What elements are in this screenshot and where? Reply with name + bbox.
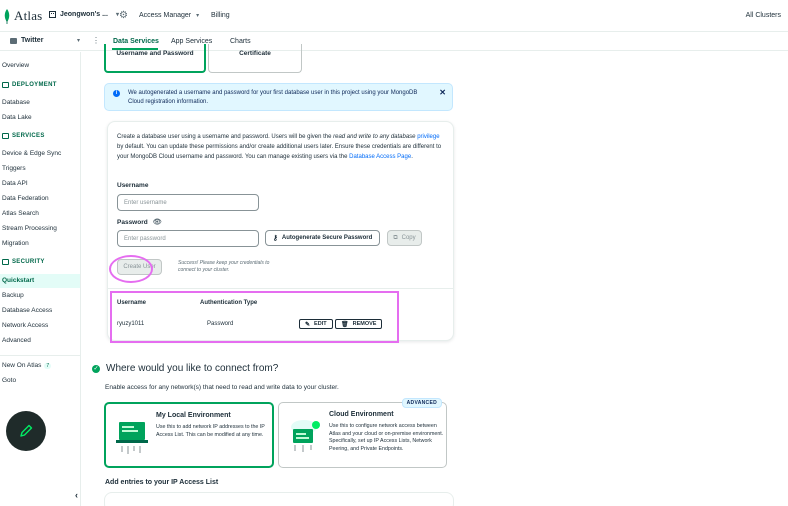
password-input[interactable]: Enter password bbox=[117, 230, 259, 247]
section-title: SECURITY bbox=[12, 259, 45, 265]
sidebar-item-database-access[interactable]: Database Access bbox=[2, 307, 52, 314]
local-env-title: My Local Environment bbox=[156, 412, 231, 419]
autogenerate-password-button[interactable]: ⚷ Autogenerate Secure Password bbox=[265, 230, 380, 246]
access-manager-label: Access Manager bbox=[139, 12, 192, 19]
ip-access-list-card bbox=[104, 492, 454, 506]
desc-text: Create a database user using a username … bbox=[117, 134, 334, 140]
connect-title-text: Where would you like to connect from? bbox=[106, 363, 279, 374]
username-input[interactable]: Enter username bbox=[117, 194, 259, 211]
laptop-illustration-icon bbox=[116, 422, 148, 454]
connect-section-title: ✓ Where would you like to connect from? bbox=[92, 363, 278, 374]
sidebar-item-data-api[interactable]: Data API bbox=[2, 180, 28, 187]
key-icon: ⚷ bbox=[272, 235, 278, 242]
autogenerate-label: Autogenerate Secure Password bbox=[281, 235, 373, 241]
section-title: SERVICES bbox=[12, 133, 45, 139]
lock-icon bbox=[2, 259, 9, 265]
cloud-env-description: Use this to configure network access bet… bbox=[329, 423, 444, 452]
advanced-badge: ADVANCED bbox=[401, 398, 442, 408]
sidebar-section-deployment: DEPLOYMENT bbox=[2, 82, 57, 88]
eye-icon[interactable]: 👁 bbox=[153, 218, 162, 226]
access-manager-menu[interactable]: Access Manager ▾ bbox=[139, 12, 199, 19]
sidebar-section-services: SERVICES bbox=[2, 133, 45, 139]
mongodb-leaf-icon bbox=[4, 8, 10, 24]
password-label-row: Password 👁 bbox=[117, 218, 162, 227]
folder-icon bbox=[10, 37, 17, 44]
sidebar-item-data-federation[interactable]: Data Federation bbox=[2, 195, 49, 202]
local-environment-card[interactable]: My Local Environment Use this to add net… bbox=[104, 402, 274, 468]
cloud-env-title: Cloud Environment bbox=[329, 411, 394, 418]
copy-icon: ⧉ bbox=[393, 234, 398, 241]
connect-subtitle: Enable access for any network(s) that ne… bbox=[105, 384, 339, 391]
cloud-illustration-icon bbox=[291, 420, 320, 452]
sidebar-item-backup[interactable]: Backup bbox=[2, 292, 24, 299]
privilege-link[interactable]: privilege bbox=[417, 134, 439, 140]
project-selector[interactable]: Twitter bbox=[10, 37, 43, 44]
success-message: Success! Please keep your credentials to… bbox=[178, 260, 270, 273]
ip-access-list-title: Add entries to your IP Access List bbox=[105, 479, 219, 486]
tab-certificate[interactable]: Certificate bbox=[208, 44, 302, 73]
section-title: DEPLOYMENT bbox=[12, 82, 57, 88]
services-icon bbox=[2, 133, 9, 139]
annotation-rectangle bbox=[110, 291, 399, 343]
organization-selector[interactable]: Jeongwon's ... ▾ bbox=[49, 11, 119, 18]
new-on-atlas-label: New On Atlas bbox=[2, 362, 42, 369]
tab-username-password[interactable]: Username and Password bbox=[104, 44, 206, 73]
info-icon: i bbox=[113, 90, 120, 97]
new-count-badge: 7 bbox=[44, 363, 52, 369]
kebab-menu-icon[interactable]: ⋮ bbox=[92, 36, 100, 45]
cloud-environment-card[interactable]: ADVANCED Cloud Environment Use this to c… bbox=[278, 398, 447, 468]
desc-emphasis: read and write to any database bbox=[333, 134, 416, 140]
check-circle-icon: ✓ bbox=[92, 364, 100, 373]
chevron-down-icon: ▾ bbox=[196, 13, 200, 19]
chevron-down-icon[interactable]: ▾ bbox=[77, 37, 80, 44]
atlas-logo[interactable]: Atlas bbox=[3, 8, 42, 24]
info-banner: i We autogenerated a username and passwo… bbox=[104, 83, 453, 111]
org-name: Jeongwon's ... bbox=[60, 11, 108, 18]
sidebar-item-overview[interactable]: Overview bbox=[2, 62, 29, 69]
copy-button[interactable]: ⧉ Copy bbox=[387, 230, 422, 246]
desc-text: . bbox=[411, 154, 413, 160]
sidebar-item-database[interactable]: Database bbox=[2, 99, 30, 106]
sidebar-item-migration[interactable]: Migration bbox=[2, 240, 29, 247]
brand-name: Atlas bbox=[14, 8, 43, 23]
sidebar-item-quickstart[interactable]: Quickstart bbox=[2, 277, 34, 284]
building-icon bbox=[49, 11, 56, 18]
database-access-page-link[interactable]: Database Access Page bbox=[349, 154, 411, 160]
sidebar-item-new-on-atlas[interactable]: New On Atlas 7 bbox=[2, 362, 52, 369]
table-divider bbox=[108, 288, 453, 289]
sidebar-divider bbox=[0, 355, 80, 356]
close-icon[interactable]: ✕ bbox=[439, 88, 446, 97]
project-name: Twitter bbox=[21, 37, 44, 44]
create-user-description: Create a database user using a username … bbox=[117, 132, 447, 162]
sidebar: Overview DEPLOYMENT Database Data Lake S… bbox=[0, 52, 81, 506]
sidebar-item-advanced[interactable]: Advanced bbox=[2, 337, 31, 344]
sidebar-item-stream-processing[interactable]: Stream Processing bbox=[2, 225, 57, 232]
gear-icon[interactable]: ⚙ bbox=[119, 10, 128, 21]
edit-floating-button[interactable] bbox=[6, 411, 46, 451]
password-label: Password bbox=[117, 218, 148, 226]
top-navigation-bar: Atlas Jeongwon's ... ▾ ⚙ Access Manager … bbox=[0, 0, 788, 32]
sidebar-section-security: SECURITY bbox=[2, 259, 45, 265]
sidebar-item-goto[interactable]: Goto bbox=[2, 377, 16, 384]
username-label: Username bbox=[117, 182, 149, 189]
banner-text: We autogenerated a username and password… bbox=[128, 90, 418, 105]
annotation-circle bbox=[109, 255, 153, 283]
sidebar-item-network-access[interactable]: Network Access bbox=[2, 322, 48, 329]
sidebar-item-device-edge-sync[interactable]: Device & Edge Sync bbox=[2, 150, 61, 157]
sidebar-item-triggers[interactable]: Triggers bbox=[2, 165, 26, 172]
copy-label: Copy bbox=[401, 235, 416, 241]
pencil-icon bbox=[20, 424, 33, 437]
chevron-left-icon[interactable]: ‹ bbox=[75, 490, 85, 500]
layers-icon bbox=[2, 82, 9, 88]
all-clusters-link[interactable]: All Clusters bbox=[746, 12, 781, 19]
sidebar-item-data-lake[interactable]: Data Lake bbox=[2, 114, 32, 121]
sidebar-item-atlas-search[interactable]: Atlas Search bbox=[2, 210, 39, 217]
local-env-description: Use this to add network IP addresses to … bbox=[156, 424, 265, 438]
billing-link[interactable]: Billing bbox=[211, 12, 230, 19]
